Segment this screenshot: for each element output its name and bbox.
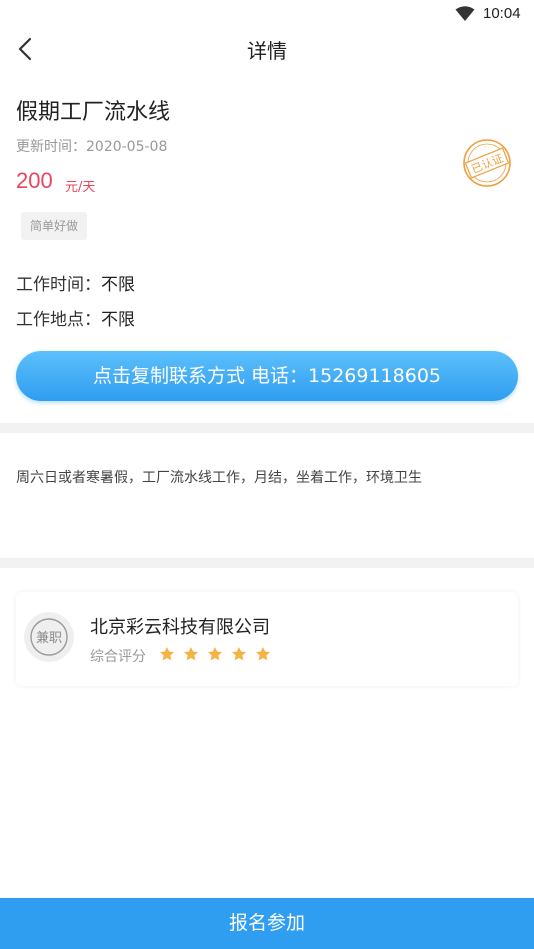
nav-bar: 详情 <box>0 28 534 70</box>
star-icon <box>208 647 222 661</box>
verified-stamp-icon: 已认证 <box>463 139 511 187</box>
section-divider <box>0 558 534 568</box>
rating-label: 综合评分 <box>90 649 146 665</box>
job-description: 周六日或者寒暑假，工厂流水线工作，月结，坐着工作，环境卫生 <box>16 470 422 486</box>
wifi-icon <box>455 6 475 21</box>
star-icon <box>160 647 174 661</box>
salary-amount: 200 <box>16 168 53 193</box>
work-time-value: 不限 <box>101 275 135 295</box>
star-icon <box>184 647 198 661</box>
company-card[interactable]: 兼职 北京彩云科技有限公司 综合评分 <box>16 592 518 686</box>
copy-contact-button[interactable]: 点击复制联系方式 电话：15269118605 <box>16 351 518 401</box>
job-tag: 简单好做 <box>21 212 88 240</box>
star-icon <box>232 647 246 661</box>
section-divider <box>0 423 534 433</box>
work-time-row: 工作时间：不限 <box>16 270 135 295</box>
job-title: 假期工厂流水线 <box>16 100 171 125</box>
company-logo-text: 兼职 <box>36 631 62 646</box>
work-place-row: 工作地点：不限 <box>16 305 135 330</box>
company-name: 北京彩云科技有限公司 <box>90 617 270 638</box>
page-title: 详情 <box>247 39 287 63</box>
work-place-value: 不限 <box>101 310 135 330</box>
work-time-label: 工作时间： <box>16 275 101 295</box>
apply-button[interactable]: 报名参加 <box>0 898 534 949</box>
work-place-label: 工作地点： <box>16 310 101 330</box>
status-bar: 10:04 <box>0 0 534 28</box>
salary-unit: 元/天 <box>65 180 96 195</box>
rating-stars <box>159 646 279 662</box>
update-time: 更新时间：2020-05-08 <box>16 139 168 155</box>
status-time: 10:04 <box>483 5 521 22</box>
star-icon <box>256 647 270 661</box>
company-logo: 兼职 <box>24 612 74 662</box>
